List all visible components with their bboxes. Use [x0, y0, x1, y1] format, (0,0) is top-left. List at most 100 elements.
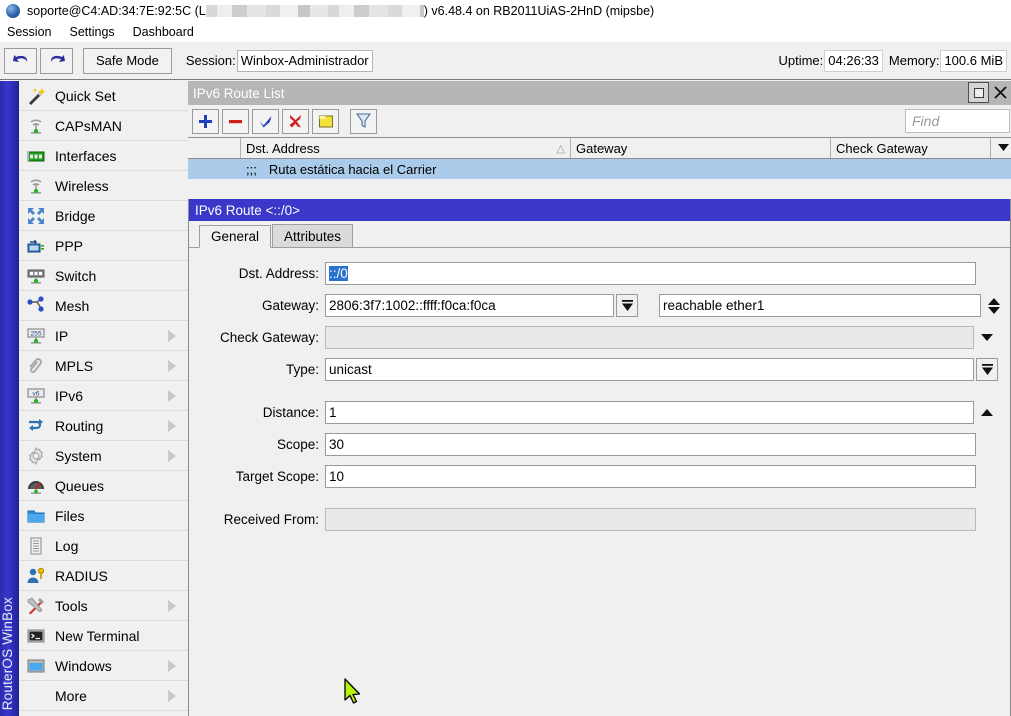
- gateway-spinner[interactable]: [983, 294, 1005, 317]
- dst-address-input[interactable]: ::/0: [325, 262, 976, 285]
- distance-input[interactable]: 1: [325, 401, 974, 424]
- chevron-right-icon: [168, 330, 176, 342]
- window-title: soporte@C4:AD:34:7E:92:5C (L) v6.48.4 on…: [27, 4, 654, 18]
- sidebar-item-label: IPv6: [55, 388, 168, 404]
- gauge-icon: [25, 475, 47, 497]
- sidebar-item-label: Files: [55, 508, 188, 524]
- field-row-type: Type: unicast: [201, 358, 998, 381]
- undo-button[interactable]: [4, 48, 37, 74]
- type-input[interactable]: unicast: [325, 358, 974, 381]
- session-input[interactable]: Winbox-Administrador: [237, 50, 373, 72]
- tab-general[interactable]: General: [199, 225, 271, 248]
- main-toolbar: Safe Mode Session: Winbox-Administrador …: [0, 42, 1011, 80]
- menu-dashboard[interactable]: Dashboard: [124, 23, 203, 41]
- row-comment: ;;; Ruta estática hacia el Carrier: [241, 162, 1011, 177]
- sidebar-item-queues[interactable]: Queues: [19, 471, 188, 501]
- sidebar-item-wireless[interactable]: Wireless: [19, 171, 188, 201]
- chevron-right-icon: [168, 390, 176, 402]
- distance-spinner[interactable]: [976, 401, 998, 424]
- enable-button[interactable]: [252, 109, 279, 134]
- sidebar-item-label: Tools: [55, 598, 168, 614]
- scope-input[interactable]: 30: [325, 433, 976, 456]
- folder-icon: [25, 505, 47, 527]
- ipv6-route-list-window: IPv6 Route List: [188, 81, 1011, 716]
- sidebar-item-log[interactable]: Log: [19, 531, 188, 561]
- sidebar-item-radius[interactable]: RADIUS: [19, 561, 188, 591]
- sidebar-item-new-terminal[interactable]: New Terminal: [19, 621, 188, 651]
- sidebar-item-label: CAPsMAN: [55, 118, 188, 134]
- route-table-header: Dst. Address △ Gateway Check Gateway: [188, 137, 1011, 159]
- menu-settings[interactable]: Settings: [60, 23, 123, 41]
- undo-icon: [11, 53, 31, 69]
- routing-arrows-icon: [25, 415, 47, 437]
- window-controls: [968, 82, 1011, 103]
- sidebar-item-mesh[interactable]: Mesh: [19, 291, 188, 321]
- column-header-flags[interactable]: [188, 138, 241, 158]
- mesh-nodes-icon: [25, 295, 47, 317]
- comment-button[interactable]: [312, 109, 339, 134]
- dst-address-value: ::/0: [329, 266, 348, 281]
- column-header-check-gateway[interactable]: Check Gateway: [831, 138, 991, 158]
- check-icon: [258, 114, 273, 129]
- tab-attributes[interactable]: Attributes: [272, 224, 353, 247]
- sidebar-item-system[interactable]: System: [19, 441, 188, 471]
- target-scope-input[interactable]: 10: [325, 465, 976, 488]
- check-gateway-dropdown-button[interactable]: [976, 326, 998, 349]
- sidebar-item-ipv6[interactable]: v6 IPv6: [19, 381, 188, 411]
- redo-button[interactable]: [40, 48, 73, 74]
- table-row-comment[interactable]: ;;; Ruta estática hacia el Carrier: [188, 159, 1011, 179]
- dialog-tabs: General Attributes: [189, 221, 1010, 248]
- sidebar-item-ppp[interactable]: PPP: [19, 231, 188, 261]
- sidebar-item-label: MPLS: [55, 358, 168, 374]
- chevron-down-icon: [621, 300, 634, 312]
- ipv6-route-dialog: IPv6 Route <::/0> General Attributes Dst…: [188, 199, 1011, 716]
- sidebar-item-routing[interactable]: Routing: [19, 411, 188, 441]
- minus-icon: [228, 114, 243, 129]
- sidebar-item-quick-set[interactable]: Quick Set: [19, 81, 188, 111]
- type-dropdown-button[interactable]: [976, 358, 998, 381]
- sidebar-item-label: RADIUS: [55, 568, 188, 584]
- filter-button[interactable]: [350, 109, 377, 134]
- sidebar-item-label: Log: [55, 538, 188, 554]
- find-input[interactable]: Find: [905, 109, 1010, 133]
- sidebar-item-switch[interactable]: Switch: [19, 261, 188, 291]
- sidebar-item-ip[interactable]: 255 IP: [19, 321, 188, 351]
- sidebar-item-interfaces[interactable]: Interfaces: [19, 141, 188, 171]
- sidebar-item-capsman[interactable]: CAPsMAN: [19, 111, 188, 141]
- add-button[interactable]: [192, 109, 219, 134]
- menu-bar: Session Settings Dashboard: [0, 22, 1011, 42]
- remove-button[interactable]: [222, 109, 249, 134]
- disable-button[interactable]: [282, 109, 309, 134]
- sidebar-item-windows[interactable]: Windows: [19, 651, 188, 681]
- target-scope-label: Target Scope:: [201, 469, 325, 484]
- antenna-icon: [25, 175, 47, 197]
- safe-mode-button[interactable]: Safe Mode: [83, 48, 172, 74]
- received-from-input[interactable]: [325, 508, 976, 531]
- restore-button[interactable]: [968, 82, 989, 103]
- field-row-dst-address: Dst. Address: ::/0: [201, 262, 998, 285]
- note-icon: [318, 114, 334, 129]
- comment-text: Ruta estática hacia el Carrier: [269, 162, 437, 177]
- column-chooser-button[interactable]: [991, 138, 1011, 158]
- check-gateway-input[interactable]: [325, 326, 974, 349]
- chevron-right-icon: [168, 600, 176, 612]
- sidebar-item-mpls[interactable]: MPLS: [19, 351, 188, 381]
- sidebar-item-tools[interactable]: Tools: [19, 591, 188, 621]
- close-button[interactable]: [990, 82, 1011, 103]
- redacted-identity: [206, 5, 424, 17]
- sidebar-item-more[interactable]: More: [19, 681, 188, 711]
- bridge-arrows-icon: [25, 205, 47, 227]
- mpls-tag-icon: [25, 355, 47, 377]
- gateway-dropdown-button[interactable]: [616, 294, 638, 317]
- menu-session[interactable]: Session: [0, 23, 60, 41]
- gateway-input[interactable]: 2806:3f7:1002::ffff:f0ca:f0ca: [325, 294, 614, 317]
- window-icon: [25, 655, 47, 677]
- column-header-gateway[interactable]: Gateway: [571, 138, 831, 158]
- column-header-dst-address[interactable]: Dst. Address △: [241, 138, 571, 158]
- title-text-before: soporte@C4:AD:34:7E:92:5C (L: [27, 4, 206, 18]
- sidebar-item-label: Quick Set: [55, 88, 188, 104]
- sidebar-item-bridge[interactable]: Bridge: [19, 201, 188, 231]
- type-label: Type:: [201, 362, 325, 377]
- sidebar-item-files[interactable]: Files: [19, 501, 188, 531]
- memory-value: 100.6 MiB: [940, 50, 1007, 72]
